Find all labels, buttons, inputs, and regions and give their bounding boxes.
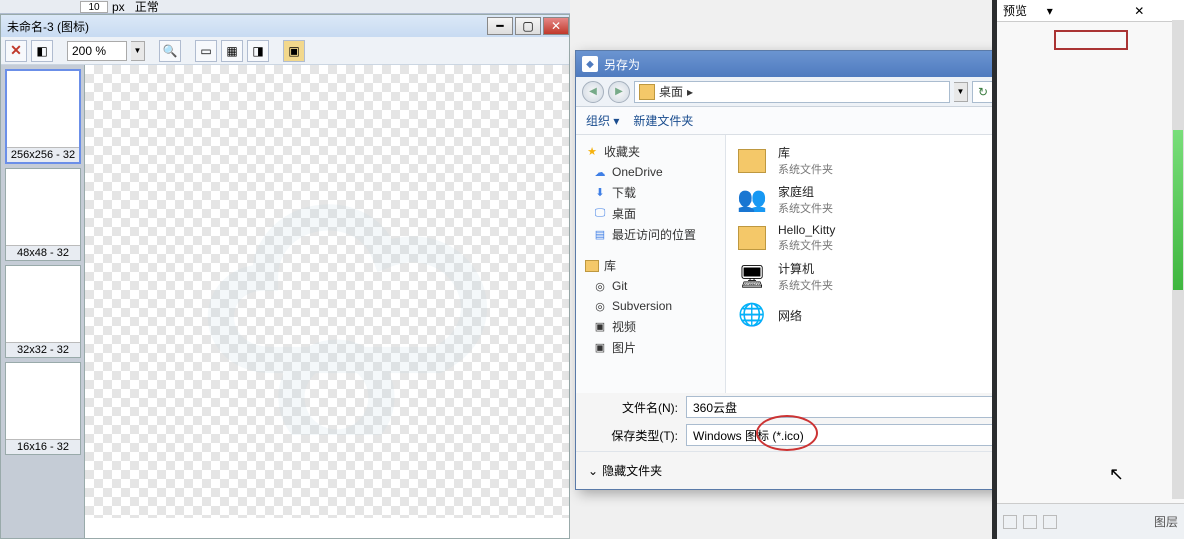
icon-sizes-panel: 256x256 - 32 48x48 - 32 32x32 - 32 16x16… [1,65,85,538]
download-icon: ⬇ [592,185,608,201]
editor-titlebar[interactable]: 未命名-3 (图标) ━ ▢ ✕ [1,15,569,37]
breadcrumb[interactable]: 桌面 ▸ [634,81,950,103]
tool-btn-1[interactable]: ◧ [31,40,53,62]
zoom-input[interactable]: 200 % [67,41,127,61]
tree-videos[interactable]: ▣视频 [580,316,721,337]
pixel-value[interactable]: 10 [80,1,108,13]
footer-tool-icon[interactable] [1023,515,1037,529]
tree-libraries[interactable]: 库 [580,255,721,276]
chevron-right-icon: ▸ [687,85,693,99]
chevron-down-icon: ⌄ [588,464,598,478]
dropdown-icon[interactable]: ▾ [1047,4,1091,18]
onedrive-icon: ☁ [592,164,608,180]
library-icon [734,145,770,177]
preview-titlebar[interactable]: 预览 ▾ ✕ [997,0,1184,22]
tree-favorites[interactable]: ★收藏夹 [580,141,721,162]
new-folder-button[interactable]: 新建文件夹 [633,112,693,129]
video-icon: ▣ [592,319,608,335]
computer-icon: 🖥 [734,261,770,293]
preview-panel: 预览 ▾ ✕ 图层 [992,0,1184,539]
library-icon [584,258,600,274]
git-icon: ◎ [592,278,608,294]
tree-recent[interactable]: ▤最近访问的位置 [580,224,721,245]
close-button[interactable]: ✕ [543,17,569,35]
size-48[interactable]: 48x48 - 32 [5,168,81,261]
recent-icon: ▤ [592,227,608,243]
folder-icon [734,222,770,254]
cloud-graphic-icon [165,135,545,435]
filename-label: 文件名(N): [588,399,678,416]
delete-icon[interactable]: ✕ [5,40,27,62]
filetype-label: 保存类型(T): [588,427,678,444]
fill-tool-icon[interactable]: ◨ [247,40,269,62]
minimize-button[interactable]: ━ [487,17,513,35]
hide-folders-toggle[interactable]: ⌄ 隐藏文件夹 [588,462,662,479]
size-256[interactable]: 256x256 - 32 [5,69,81,164]
tab-layers[interactable]: 图层 [1154,513,1178,530]
editor-top-strip: 10 px 正常 [0,0,570,14]
pixel-unit: px [112,0,125,14]
footer-tool-icon[interactable] [1043,515,1057,529]
preview-title: 预览 [1003,2,1047,19]
folder-icon [639,84,655,100]
size-32[interactable]: 32x32 - 32 [5,265,81,358]
select-tool-icon[interactable]: ▭ [195,40,217,62]
preview-scrollbar[interactable] [1172,20,1184,499]
dialog-icon: ◆ [582,56,598,72]
tree-svn[interactable]: ◎Subversion [580,296,721,316]
preview-tool-icon[interactable]: ▣ [283,40,305,62]
cursor-icon: ↖ [1109,464,1124,485]
editor-title-text: 未命名-3 (图标) [7,18,485,35]
refresh-button[interactable]: ↻ [972,81,994,103]
editor-canvas[interactable] [85,65,569,518]
breadcrumb-dropdown-icon[interactable]: ▼ [954,82,968,102]
close-icon[interactable]: ✕ [1134,4,1178,18]
tree-pictures[interactable]: ▣图片 [580,337,721,358]
homegroup-icon: 👥 [734,184,770,216]
network-icon: 🌐 [734,299,770,331]
editor-toolbar: ✕ ◧ 200 % ▼ 🔍 ▭ ▦ ◨ ▣ [1,37,569,65]
size-16[interactable]: 16x16 - 32 [5,362,81,455]
footer-tool-icon[interactable] [1003,515,1017,529]
picture-icon: ▣ [592,340,608,356]
tree-downloads[interactable]: ⬇下载 [580,182,721,203]
tree-git[interactable]: ◎Git [580,276,721,296]
grid-tool-icon[interactable]: ▦ [221,40,243,62]
svn-icon: ◎ [592,298,608,314]
tree-desktop[interactable]: 🖵桌面 [580,203,721,224]
zoom-dropdown-icon[interactable]: ▼ [131,41,145,61]
icon-editor-window: 未命名-3 (图标) ━ ▢ ✕ ✕ ◧ 200 % ▼ 🔍 ▭ ▦ ◨ ▣ 2… [0,14,570,539]
organize-menu[interactable]: 组织 ▾ [586,112,619,129]
desktop-icon: 🖵 [592,206,608,222]
preview-rect [1054,30,1128,50]
breadcrumb-text: 桌面 [659,83,683,100]
nav-forward-button[interactable]: ▶ [608,81,630,103]
tree-onedrive[interactable]: ☁OneDrive [580,162,721,182]
nav-back-button[interactable]: ◀ [582,81,604,103]
status-label: 正常 [135,0,159,15]
zoom-in-icon[interactable]: 🔍 [159,40,181,62]
folder-tree[interactable]: ★收藏夹 ☁OneDrive ⬇下载 🖵桌面 ▤最近访问的位置 库 ◎Git ◎… [576,135,726,393]
maximize-button[interactable]: ▢ [515,17,541,35]
star-icon: ★ [584,144,600,160]
preview-footer: 图层 [997,503,1184,539]
